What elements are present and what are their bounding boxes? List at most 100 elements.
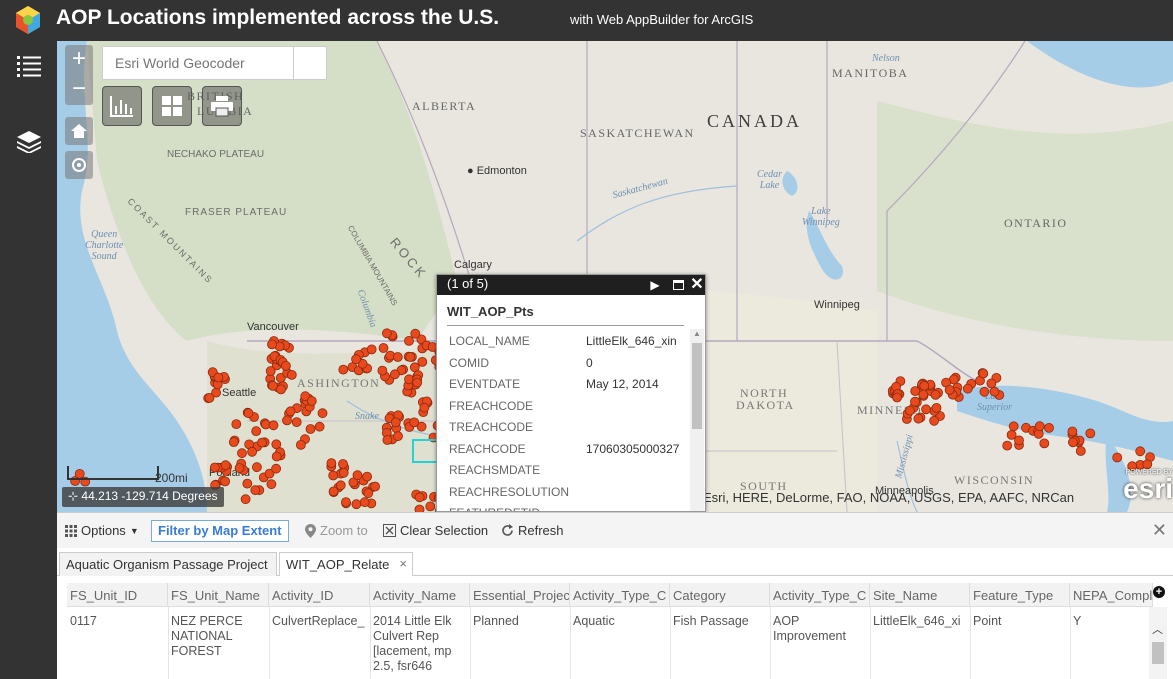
grid-cell[interactable]: LittleElk_646_xi [870, 614, 970, 674]
grid-column-header[interactable]: Activity_Type_C [570, 583, 670, 607]
aop-point-marker[interactable] [1044, 422, 1054, 433]
grid-column-header[interactable]: Activity_Type_C [770, 583, 870, 607]
add-column-icon[interactable]: + [1153, 586, 1165, 598]
aop-point-marker[interactable] [352, 470, 363, 481]
aop-point-marker[interactable] [389, 369, 400, 380]
aop-point-marker[interactable] [921, 404, 931, 415]
popup-maximize-button[interactable] [668, 275, 688, 295]
aop-point-marker[interactable] [271, 463, 282, 474]
grid-cell[interactable]: Point [970, 614, 1070, 674]
aop-point-marker[interactable] [328, 486, 339, 497]
grid-column-header[interactable]: Essential_Project [470, 583, 570, 607]
aop-point-marker[interactable] [390, 417, 401, 428]
aop-point-marker[interactable] [220, 476, 231, 487]
aop-point-marker[interactable] [204, 392, 215, 403]
aop-point-marker[interactable] [913, 413, 924, 424]
aop-point-marker[interactable] [305, 424, 316, 434]
home-button[interactable] [65, 117, 93, 145]
grid-scrollbar[interactable]: ︿ [1149, 607, 1167, 679]
aop-point-marker[interactable] [989, 386, 1000, 397]
grid-column-header[interactable]: Activity_ID [269, 583, 370, 607]
aop-point-marker[interactable] [1135, 446, 1146, 457]
aop-point-marker[interactable] [979, 386, 990, 397]
aop-point-marker[interactable] [1034, 421, 1045, 432]
aop-point-marker[interactable] [1085, 428, 1096, 439]
aop-point-marker[interactable] [340, 497, 351, 508]
grid-cell[interactable]: Y [1070, 614, 1153, 674]
aop-point-marker[interactable] [335, 480, 346, 491]
aop-point-marker[interactable] [240, 494, 251, 505]
aop-point-marker[interactable] [291, 417, 302, 428]
aop-point-marker[interactable] [237, 448, 247, 459]
aop-point-marker[interactable] [392, 352, 403, 362]
aop-point-marker[interactable] [220, 460, 231, 471]
aop-point-marker[interactable] [285, 406, 296, 417]
aop-point-marker[interactable] [213, 372, 224, 383]
grid-cell[interactable]: Planned [470, 614, 570, 674]
legend-list-icon[interactable] [14, 51, 44, 81]
aop-point-marker[interactable] [419, 402, 430, 413]
zoom-in-button[interactable]: + [65, 45, 93, 75]
aop-point-marker[interactable] [317, 408, 328, 419]
aop-point-marker[interactable] [247, 446, 258, 457]
grid-column-header[interactable]: Site_Name [870, 583, 970, 607]
search-button[interactable] [293, 47, 326, 79]
basemap-gallery-button[interactable] [152, 86, 192, 126]
aop-point-marker[interactable] [1075, 446, 1086, 456]
aop-point-marker[interactable] [267, 380, 278, 391]
aop-point-marker[interactable] [265, 366, 276, 376]
grid-column-header[interactable]: FS_Unit_ID [67, 583, 168, 607]
aop-point-marker[interactable] [267, 339, 277, 350]
grid-cell[interactable]: 0117 [67, 614, 168, 674]
chart-tool-button[interactable] [102, 86, 142, 126]
grid-cell[interactable]: AOP Improvement [770, 614, 870, 674]
grid-column-header[interactable]: Activity_Name [370, 583, 470, 607]
aop-point-marker[interactable] [930, 389, 941, 400]
aop-point-marker[interactable] [228, 437, 239, 448]
aop-point-marker[interactable] [910, 396, 920, 407]
aop-point-marker[interactable] [414, 504, 425, 512]
aop-point-marker[interactable] [919, 380, 930, 391]
popup-close-button[interactable]: ✕ [687, 275, 705, 295]
aop-point-marker[interactable] [382, 435, 393, 445]
aop-point-marker[interactable] [425, 501, 436, 512]
popup-scrollbar[interactable]: ▲ [690, 329, 704, 511]
grid-column-header[interactable]: FS_Unit_Name [168, 583, 269, 607]
aop-point-marker[interactable] [266, 479, 277, 490]
aop-point-marker[interactable] [1112, 452, 1123, 463]
aop-point-marker[interactable] [370, 481, 381, 492]
aop-point-marker[interactable] [326, 458, 337, 469]
grid-cell[interactable]: Fish Passage [670, 614, 770, 674]
aop-point-marker[interactable] [251, 426, 262, 437]
options-menu[interactable]: Options ▼ [65, 523, 139, 538]
aop-point-marker[interactable] [242, 478, 253, 489]
grid-cell[interactable]: CulvertReplace_ [269, 614, 370, 674]
popup-next-button[interactable]: ▶ [645, 275, 665, 295]
locate-button[interactable] [65, 151, 93, 179]
aop-point-marker[interactable] [1014, 435, 1024, 446]
zoom-to-button[interactable]: Zoom to [305, 523, 368, 538]
aop-point-marker[interactable] [978, 368, 989, 379]
grid-cell[interactable]: Aquatic [570, 614, 670, 674]
scroll-up-icon[interactable]: ▲ [693, 329, 701, 338]
aop-point-marker[interactable] [378, 343, 389, 353]
tab-close-icon[interactable]: × [399, 556, 407, 571]
aop-point-marker[interactable] [351, 354, 362, 365]
aop-point-marker[interactable] [363, 488, 374, 499]
aop-point-marker[interactable] [351, 499, 362, 510]
aop-point-marker[interactable] [286, 369, 297, 380]
grid-column-header[interactable]: Category [670, 583, 770, 607]
aop-point-marker[interactable] [410, 328, 421, 339]
aop-point-marker[interactable] [362, 471, 373, 482]
tab-wit-aop-relate[interactable]: WIT_AOP_Relate × [279, 552, 413, 576]
aop-point-marker[interactable] [404, 374, 414, 385]
grid-column-header[interactable]: NEPA_Compl [1070, 583, 1153, 607]
aop-point-marker[interactable] [1142, 459, 1153, 470]
aop-point-marker[interactable] [271, 451, 282, 462]
refresh-button[interactable]: Refresh [501, 523, 564, 538]
aop-point-marker[interactable] [405, 352, 416, 362]
tab-aquatic-organism-passage[interactable]: Aquatic Organism Passage Project [59, 552, 277, 576]
aop-point-marker[interactable] [250, 485, 261, 496]
layers-icon[interactable] [14, 127, 44, 157]
clear-selection-button[interactable]: Clear Selection [383, 523, 488, 538]
